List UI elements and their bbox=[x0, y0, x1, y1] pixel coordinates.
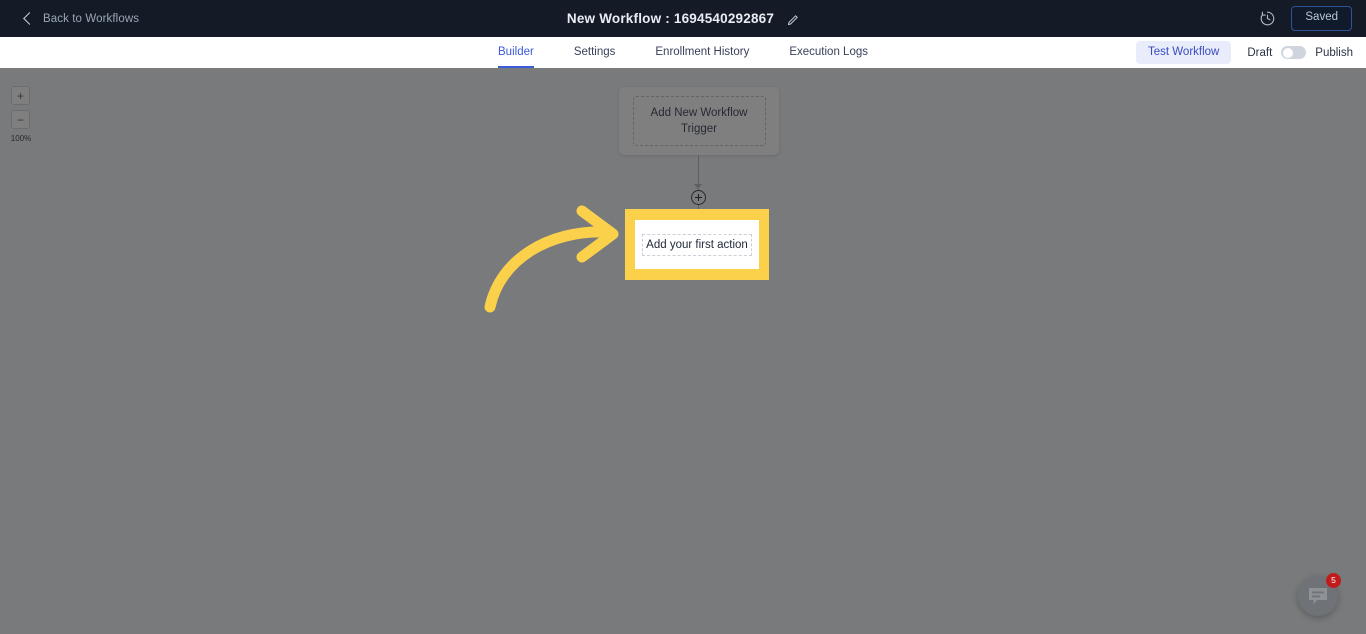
workflow-builder-page: + − 100% Add New Workflow Trigger Add yo… bbox=[0, 0, 1366, 634]
add-step-button[interactable] bbox=[691, 190, 706, 205]
chat-bubble-icon bbox=[1309, 588, 1327, 605]
connector-arrowhead-icon bbox=[694, 184, 702, 189]
zoom-in-button[interactable]: + bbox=[11, 86, 30, 105]
tab-bar: Builder Settings Enrollment History Exec… bbox=[0, 37, 1366, 68]
publish-toggle-knob bbox=[1282, 47, 1293, 58]
zoom-level-label: 100% bbox=[10, 134, 32, 143]
add-first-action-highlight[interactable]: Add your first action bbox=[625, 209, 769, 280]
top-header-bar: Back to Workflows New Workflow : 1694540… bbox=[0, 0, 1366, 37]
draft-label: Draft bbox=[1247, 46, 1273, 59]
publish-label: Publish bbox=[1315, 46, 1353, 59]
tab-settings[interactable]: Settings bbox=[554, 37, 636, 68]
publish-toggle[interactable] bbox=[1281, 46, 1307, 59]
workflow-trigger-label: Add New Workflow Trigger bbox=[632, 96, 766, 146]
zoom-out-button[interactable]: − bbox=[11, 110, 30, 129]
back-to-workflows-link[interactable]: Back to Workflows bbox=[23, 12, 140, 25]
test-workflow-button[interactable]: Test Workflow bbox=[1136, 40, 1232, 65]
top-header-actions: Saved bbox=[1260, 0, 1352, 37]
tab-bar-actions: Test Workflow Draft Publish bbox=[1136, 37, 1353, 68]
chat-unread-badge: 5 bbox=[1326, 573, 1341, 588]
plus-circle-icon-vertical bbox=[697, 194, 700, 201]
zoom-in-icon: + bbox=[16, 88, 24, 103]
chat-widget-button[interactable]: 5 bbox=[1298, 573, 1341, 616]
chevron-left-icon bbox=[23, 12, 36, 25]
clock-history-icon[interactable] bbox=[1260, 11, 1275, 26]
save-status-button[interactable]: Saved bbox=[1291, 6, 1352, 31]
tab-execution-logs[interactable]: Execution Logs bbox=[769, 37, 888, 68]
add-first-action-card[interactable]: Add your first action bbox=[635, 220, 759, 269]
workflow-title-group: New Workflow : 1694540292867 bbox=[0, 0, 1366, 37]
tab-enrollment-history[interactable]: Enrollment History bbox=[635, 37, 769, 68]
add-first-action-label: Add your first action bbox=[642, 233, 752, 256]
page-title: New Workflow : 1694540292867 bbox=[566, 11, 775, 26]
pencil-icon[interactable] bbox=[787, 14, 799, 26]
back-to-workflows-label: Back to Workflows bbox=[43, 12, 140, 25]
workflow-canvas[interactable]: + − 100% Add New Workflow Trigger bbox=[0, 68, 1366, 634]
canvas-zoom-controls: + − 100% bbox=[10, 86, 32, 143]
workflow-trigger-node[interactable]: Add New Workflow Trigger bbox=[619, 87, 779, 155]
tab-builder[interactable]: Builder bbox=[478, 37, 554, 68]
zoom-out-icon: − bbox=[16, 112, 24, 127]
workflow-flow: Add New Workflow Trigger bbox=[0, 68, 1366, 634]
